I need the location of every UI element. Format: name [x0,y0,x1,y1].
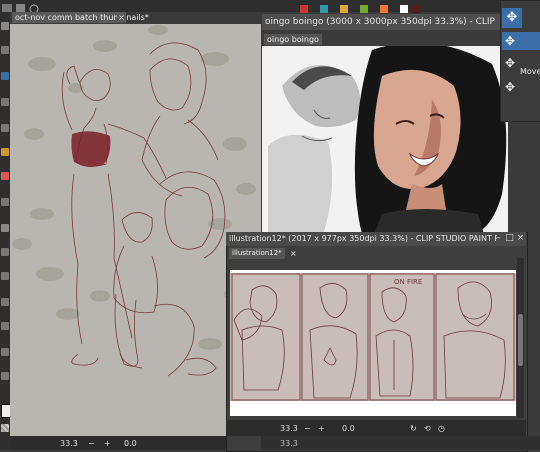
frame-icon[interactable] [1,322,9,330]
pen-icon[interactable] [1,22,9,30]
brush-icon[interactable] [1,46,9,54]
doc3-bottom-zoom[interactable]: 33.3 [280,439,298,449]
doc3-tab-close[interactable]: × [290,248,297,259]
doc2-canvas[interactable] [262,46,508,234]
text-icon[interactable] [1,248,9,256]
eraser-icon[interactable] [1,124,9,132]
gradient-icon[interactable] [1,224,9,232]
eyedropper-icon[interactable] [1,272,9,280]
zoom-in-icon[interactable]: + [104,439,111,449]
zoom-out-icon[interactable]: − [88,439,95,449]
doc3-title: illustration12* (2017 x 977px 350dpi 33.… [229,234,497,243]
color-chip [320,5,328,13]
doc2-tab[interactable]: oingo boingo [264,34,322,45]
fill-icon[interactable] [1,198,9,206]
minimize-icon[interactable]: – [494,234,503,243]
bottom-bar [261,436,540,450]
lasso-icon[interactable] [1,98,9,106]
flip-icon[interactable]: ⟲ [424,424,431,434]
close-icon[interactable]: × [516,234,525,243]
doc1-angle-value[interactable]: 0.0 [124,439,137,449]
toolbar-icons [0,0,540,14]
doc1-tab[interactable]: oct-nov comm batch thumbnails* [12,12,149,23]
doc3-statusbar [226,420,526,436]
operation-icon[interactable] [1,372,9,380]
doc2-title: oingo boingo (3000 x 3000px 350dpi 33.3%… [265,17,497,27]
color-chip [360,5,368,13]
rotate-icon[interactable]: ↻ [410,424,417,434]
doc3-canvas[interactable]: ON FIRE [230,270,516,416]
ruler-icon[interactable] [1,298,9,306]
panel3-text: ON FIRE [394,278,422,286]
neck [406,184,446,210]
maximize-icon[interactable]: □ [505,234,514,243]
gray-figures [268,65,361,232]
doc1-canvas[interactable] [10,24,261,436]
tool-panel-label: Move [520,67,540,76]
color-chip [400,5,408,13]
color-chip [340,5,348,13]
red-top [71,131,111,167]
doc1-tab-close[interactable]: × [117,12,126,23]
reset-icon[interactable]: ◷ [438,424,445,434]
doc3-scrollbar[interactable] [517,258,524,418]
doc3-scroll-thumb[interactable] [518,314,523,366]
pencil-icon[interactable] [1,148,9,156]
move-tool-icon[interactable]: ✥ [502,32,540,50]
object-icon[interactable]: ✥ [505,80,515,94]
doc3-zoom-value[interactable]: 33.3 [280,424,298,434]
leaf-shapes [12,25,256,350]
shirt [374,209,484,234]
transparent-swatch[interactable] [1,424,9,432]
figure-linework [61,42,226,377]
zoom-in-icon[interactable]: + [318,424,325,434]
doc1-zoom-value[interactable]: 33.3 [60,439,78,449]
move-icon[interactable]: ✥ [505,56,515,70]
move-layer-icon[interactable]: ✥ [502,8,522,28]
color-chip [380,5,388,13]
zoom-out-icon[interactable]: − [304,424,311,434]
sketch-band [230,273,516,401]
doc3-angle-value[interactable]: 0.0 [342,424,355,434]
main-color-swatch [412,5,420,13]
balloon-icon[interactable] [1,348,9,356]
move-icon[interactable] [1,72,9,80]
color-chip [300,5,308,13]
marker-icon[interactable] [1,172,9,180]
doc3-tab[interactable]: illustration12* [229,248,285,259]
